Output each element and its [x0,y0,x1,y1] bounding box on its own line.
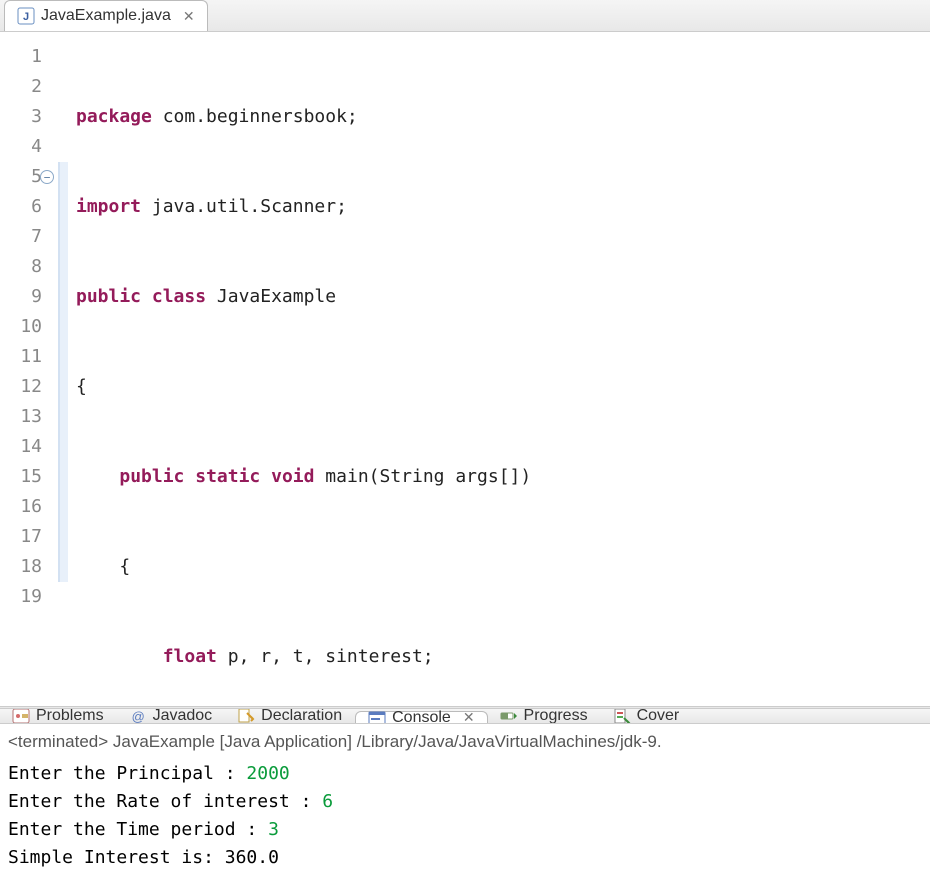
tab-label: Progress [524,709,588,724]
line-number: 8 [0,252,52,282]
console-icon [368,709,386,724]
editor-tab-bar: J JavaExample.java ✕ [0,0,930,32]
coverage-icon [613,709,631,724]
line-number: 3 [0,102,52,132]
console-line: Enter the Time period : 3 [8,816,922,844]
tab-declaration[interactable]: Declaration [225,709,355,723]
line-number: 10 [0,312,52,342]
tab-label: Javadoc [153,709,213,724]
code-editor[interactable]: 1 2 3 4 5− 6 7 8 9 10 11 12 13 14 15 16 … [0,32,930,706]
bottom-tab-bar: Problems @ Javadoc Declaration Console ✕… [0,709,930,724]
line-number: 7 [0,222,52,252]
java-file-icon: J [17,7,35,25]
tab-label: Console [392,709,451,724]
line-number: 12 [0,372,52,402]
editor-tab[interactable]: J JavaExample.java ✕ [4,0,208,31]
close-icon[interactable]: ✕ [183,8,195,25]
line-number: 6 [0,192,52,222]
console-line: Simple Interest is: 360.0 [8,844,922,872]
tab-coverage[interactable]: Cover [601,709,693,723]
editor-tab-label: JavaExample.java [41,7,171,25]
problems-icon [12,709,30,724]
tab-console[interactable]: Console ✕ [355,711,487,723]
line-number: 11 [0,342,52,372]
progress-icon [500,709,518,724]
line-number: 17 [0,522,52,552]
folding-bar [56,32,70,706]
line-number-gutter: 1 2 3 4 5− 6 7 8 9 10 11 12 13 14 15 16 … [0,32,56,706]
line-number: 19 [0,582,52,612]
fold-toggle-icon[interactable]: − [40,170,54,184]
tab-progress[interactable]: Progress [488,709,601,723]
close-icon[interactable]: ✕ [463,709,475,724]
line-number: 1 [0,42,52,72]
declaration-icon [237,709,255,724]
line-number: 2 [0,72,52,102]
console-line: Enter the Principal : 2000 [8,760,922,788]
svg-text:@: @ [131,709,144,724]
line-number: 4 [0,132,52,162]
line-number: 9 [0,282,52,312]
line-number: 14 [0,432,52,462]
line-number: 18 [0,552,52,582]
line-number: 15 [0,462,52,492]
tab-label: Cover [637,709,680,724]
console-panel: <terminated> JavaExample [Java Applicati… [0,724,930,888]
svg-text:J: J [23,11,29,23]
fold-range-indicator [58,162,68,582]
tab-label: Problems [36,709,104,724]
line-number: 13 [0,402,52,432]
javadoc-icon: @ [129,709,147,724]
tab-javadoc[interactable]: @ Javadoc [117,709,226,723]
tab-label: Declaration [261,709,342,724]
console-line: Enter the Rate of interest : 6 [8,788,922,816]
tab-problems[interactable]: Problems [0,709,117,723]
code-content[interactable]: package com.beginnersbook; import java.u… [70,32,930,706]
console-status: <terminated> JavaExample [Java Applicati… [8,728,922,760]
line-number: 5− [0,162,52,192]
line-number: 16 [0,492,52,522]
